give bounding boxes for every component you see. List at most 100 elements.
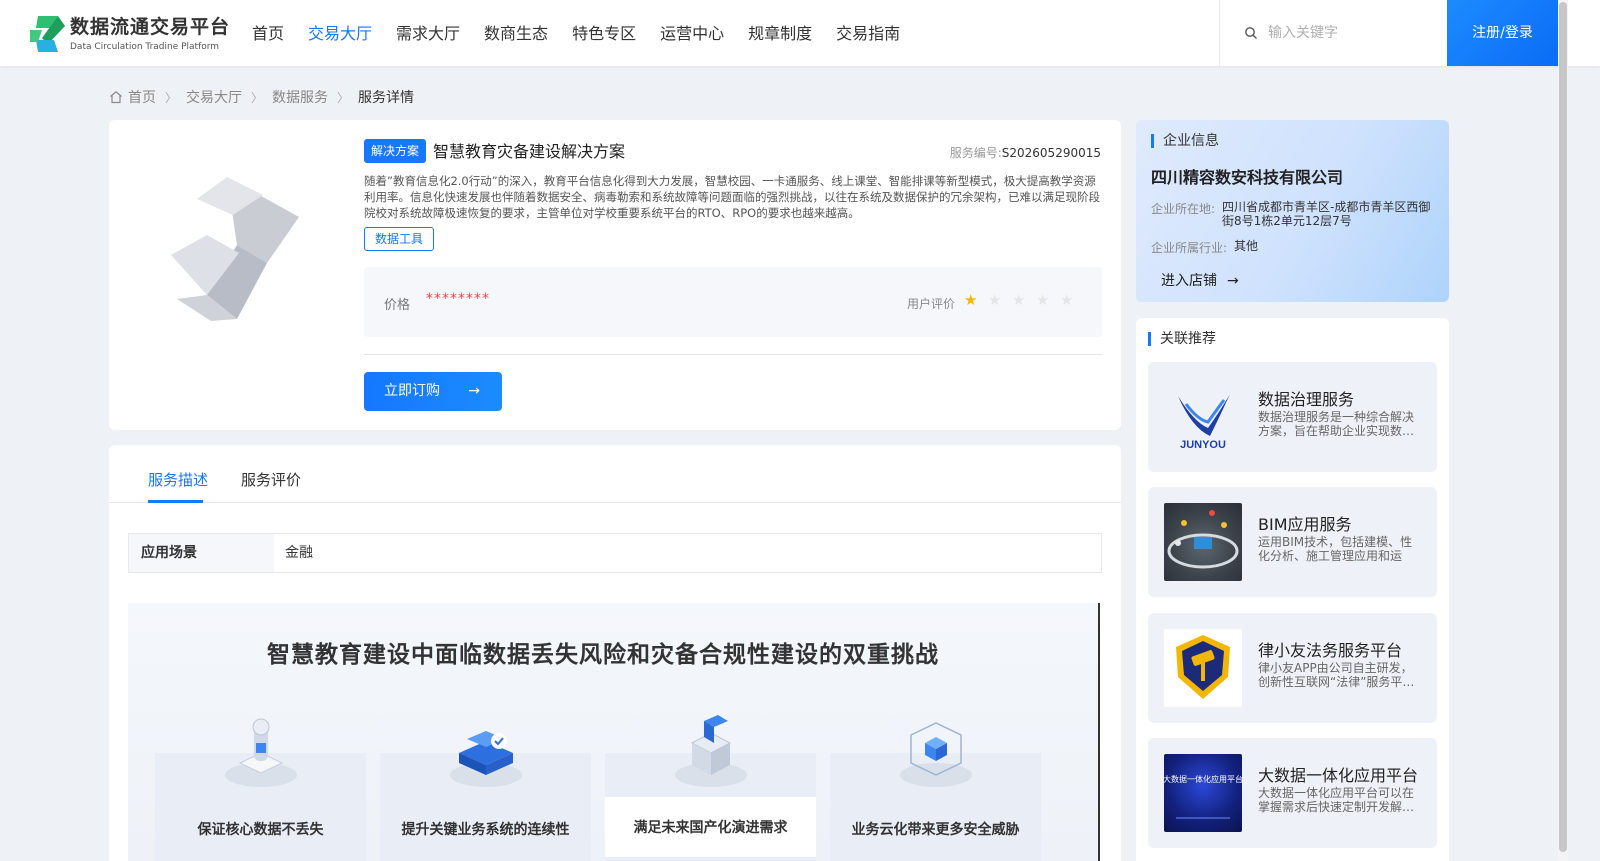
nav-trading-guide[interactable]: 交易指南 [836,0,900,66]
related-item-desc: 大数据一体化应用平台可以在掌握需求后快速定制开发解… [1258,786,1415,814]
product-card: 解决方案 智慧教育灾备建设解决方案 服务编号:S202605290015 随着”… [109,120,1121,430]
description-banner: 智慧教育建设中面临数据丢失风险和灾备合规性建设的双重挑战 保证核心数据不丢失 提… [128,603,1100,861]
company-info-card: 企业信息 四川精容数安科技有限公司 企业所在地: 四川省成都市青羊区-成都市青羊… [1136,120,1449,302]
main-nav: 首页 交易大厅 需求大厅 数商生态 特色专区 运营中心 规章制度 交易指南 [252,0,924,66]
product-placeholder-image [171,177,299,321]
service-number-value: S202605290015 [1001,146,1101,160]
enter-shop-link[interactable]: 进入店铺 → [1161,270,1239,290]
logo-mark-icon [30,16,65,52]
register-login-button[interactable]: 注册/登录 [1447,0,1558,66]
related-item-title: 数据治理服务 [1258,390,1355,409]
detail-tabs: 服务描述 服务评价 [109,445,1121,503]
service-detail-panel: 服务描述 服务评价 应用场景 金融 智慧教育建设中面临数据丢失风险和灾备合规性建… [109,445,1121,861]
junyou-logo-text: JUNYOU [1180,439,1226,451]
database-3d-icon [225,718,297,787]
active-tab-indicator [148,500,203,503]
company-section-title: 企业信息 [1151,134,1219,148]
price-box: 价格 ******** 用户评价 ★ ★ ★ ★ ★ [364,267,1102,337]
server-cube-3d-icon [675,715,747,787]
bigdata-cover-icon: 大数据一体化应用平台 [1164,774,1242,819]
breadcrumb-data-service[interactable]: 数据服务 [272,87,328,107]
scene-key: 应用场景 [129,534,274,572]
search-box [1219,0,1447,66]
site-logo[interactable]: 数据流通交易平台 Data Circulation Tradine Platfo… [28,12,229,56]
nav-special-zone[interactable]: 特色专区 [572,0,636,66]
star-icon: ★ [988,291,1002,309]
related-recommendations: 关联推荐 JUNYOU 数据治理服务 数据治理服务是一种综合解决方案，旨在帮助企… [1136,318,1449,861]
related-item-desc: 律小友APP由公司自主研发，创新性互联网“法律”服务平… [1258,661,1415,689]
arrow-right-icon: → [468,383,480,399]
star-rating: ★ ★ ★ ★ ★ [964,292,1084,308]
breadcrumb-trading-hall[interactable]: 交易大厅 [186,87,242,107]
breadcrumb: 首页 〉 交易大厅 〉 数据服务 〉 服务详情 [109,86,414,108]
related-item-title: 律小友法务服务平台 [1258,641,1403,660]
star-icon: ★ [1036,291,1050,309]
category-tag[interactable]: 数据工具 [364,227,435,251]
top-header: 数据流通交易平台 Data Circulation Tradine Platfo… [0,0,1600,66]
feature-card: 业务云化带来更多安全威胁 [830,722,1041,861]
feature-card: 满足未来国产化演进需求 [605,715,816,861]
related-item-desc: 数据治理服务是一种综合解决方案，旨在帮助企业实现数… [1258,410,1415,438]
chevron-right-icon: 〉 [251,90,264,105]
nav-home[interactable]: 首页 [252,0,284,66]
feature-label: 保证核心数据不丢失 [197,822,324,838]
related-item-title: 大数据一体化应用平台 [1258,766,1419,785]
cloud-cube-3d-icon [900,722,972,787]
related-item[interactable]: BIM应用服务 运用BIM技术，包括建模、性化分析、施工管理应用和运维… [1148,487,1437,597]
feature-card: 保证核心数据不丢失 [155,718,366,861]
nav-regulations[interactable]: 规章制度 [748,0,812,66]
feature-label: 提升关键业务系统的连续性 [401,822,570,838]
breadcrumb-home[interactable]: 首页 [128,87,156,107]
industry-label: 企业所属行业: [1151,241,1228,255]
junyou-logo-icon: JUNYOU [1178,394,1230,451]
feature-label: 满足未来国产化演进需求 [633,820,788,836]
bim-scene-icon [1167,510,1239,569]
price-label: 价格 [384,298,411,313]
rating-label: 用户评价 [907,297,956,311]
related-item[interactable]: 律小友法务服务平台 律小友APP由公司自主研发，创新性互联网“法律”服务平… [1148,613,1437,723]
location-value: 四川省成都市青羊区-成都市青羊区西御街8号1栋2单元12层7号 [1222,200,1431,228]
feature-label: 业务云化带来更多安全威胁 [851,822,1020,838]
home-icon [110,91,122,104]
feature-card: 提升关键业务系统的连续性 [380,731,591,861]
service-number-label: 服务编号: [949,146,1002,160]
chevron-right-icon: 〉 [165,90,178,105]
tab-service-description[interactable]: 服务描述 [148,469,208,490]
solution-tag: 解决方案 [364,139,427,163]
related-item[interactable]: 大数据一体化应用平台 大数据一体化应用平台 大数据一体化应用平台可以在掌握需求后… [1148,738,1437,848]
nav-operations-center[interactable]: 运营中心 [660,0,724,66]
product-title: 智慧教育灾备建设解决方案 [433,142,626,161]
star-icon: ★ [1012,291,1026,309]
scrollbar-thumb[interactable] [1559,2,1567,852]
logo-subtitle: Data Circulation Tradine Platform [70,42,220,52]
buy-now-label: 立即订购 [384,383,440,399]
search-input[interactable] [1268,18,1436,46]
lawyer-logo [1164,629,1242,707]
tab-service-reviews[interactable]: 服务评价 [241,469,301,490]
bim-thumbnail [1164,503,1242,581]
search-icon[interactable] [1244,26,1258,40]
company-industry-row: 企业所属行业: 其他 [1151,239,1441,255]
breadcrumb-current: 服务详情 [358,90,415,106]
nav-trading-hall[interactable]: 交易大厅 [308,0,372,66]
company-name[interactable]: 四川精容数安科技有限公司 [1151,164,1343,188]
nav-demand-hall[interactable]: 需求大厅 [396,0,460,66]
related-item[interactable]: JUNYOU 数据治理服务 数据治理服务是一种综合解决方案，旨在帮助企业实现数… [1148,362,1437,472]
company-location-row: 企业所在地: 四川省成都市青羊区-成都市青羊区西御街8号1栋2单元12层7号 [1151,200,1441,230]
scene-row: 应用场景 金融 [128,533,1102,573]
service-number: 服务编号:S202605290015 [950,144,1101,161]
buy-now-button[interactable]: 立即订购 → [364,372,502,411]
nav-ecosystem[interactable]: 数商生态 [484,0,548,66]
chevron-right-icon: 〉 [337,90,350,105]
enter-shop-label: 进入店铺 [1161,273,1217,289]
shield-check-3d-icon [450,731,522,787]
gavel-shield-icon [1176,635,1230,699]
bigdata-thumbnail: 大数据一体化应用平台 [1164,754,1242,832]
page-scrollbar[interactable] [1558,0,1568,861]
industry-value: 其他 [1234,239,1259,253]
bigdata-cover-text: 大数据一体化应用平台 [1164,774,1242,784]
related-item-title: BIM应用服务 [1258,515,1352,534]
divider [364,354,1102,355]
related-section-title: 关联推荐 [1148,332,1216,346]
star-icon: ★ [964,291,978,309]
